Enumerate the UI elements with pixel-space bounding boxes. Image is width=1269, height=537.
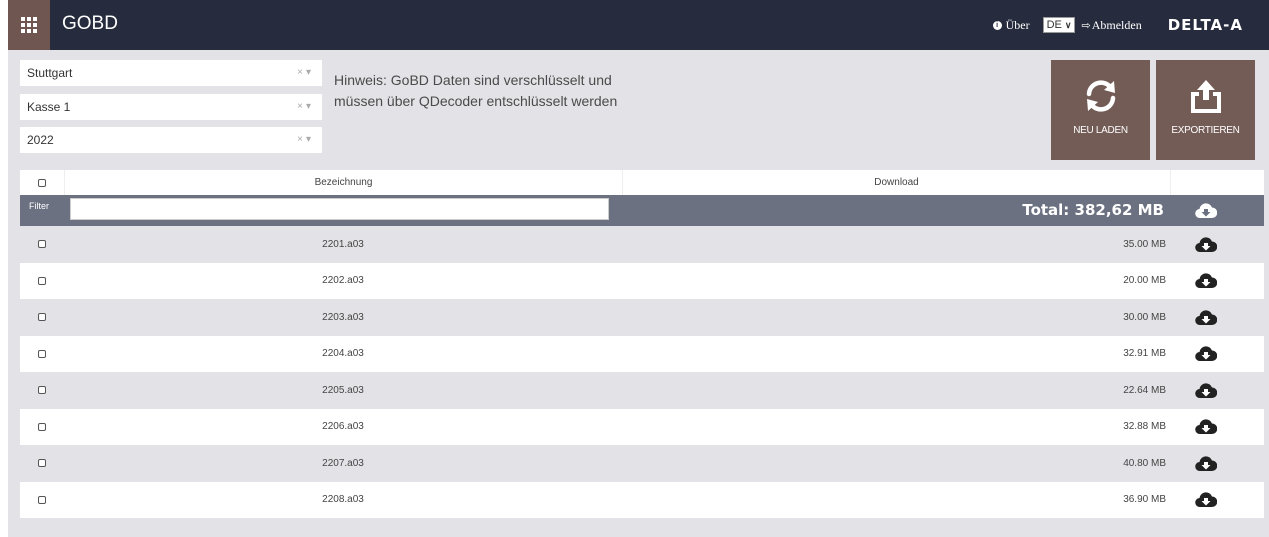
download-icon[interactable] (1195, 299, 1217, 336)
export-button[interactable]: EXPORTIEREN (1156, 60, 1255, 160)
file-size: 30.00 MB (1123, 311, 1166, 323)
table-row[interactable]: 2207.a03 40.80 MB (20, 445, 1264, 482)
file-name: 2208.a03 (322, 494, 364, 506)
reload-button[interactable]: NEU LADEN (1051, 60, 1150, 160)
row-checkbox[interactable] (20, 372, 64, 409)
table-row[interactable]: 2203.a03 30.00 MB (20, 299, 1264, 336)
encryption-hint: Hinweis: GoBD Daten sind verschlüsselt u… (334, 72, 618, 109)
reload-label: NEU LADEN (1073, 125, 1128, 136)
file-size: 32.91 MB (1123, 348, 1166, 360)
download-icon[interactable] (1195, 482, 1217, 519)
download-icon[interactable] (1195, 409, 1217, 446)
location-value: Stuttgart (27, 66, 73, 80)
file-name: 2203.a03 (322, 311, 364, 323)
row-checkbox[interactable] (20, 299, 64, 336)
download-icon[interactable] (1195, 372, 1217, 409)
register-value: Kasse 1 (27, 100, 71, 114)
top-bar: GOBD i Über DE ∨ ⇨ Abmelden DELTA-A (8, 0, 1269, 50)
row-checkbox[interactable] (20, 336, 64, 373)
row-checkbox[interactable] (20, 482, 64, 519)
download-icon[interactable] (1195, 445, 1217, 482)
about-link[interactable]: i Über (992, 17, 1030, 33)
download-icon[interactable] (1195, 336, 1217, 373)
header-actions: i Über DE ∨ ⇨ Abmelden DELTA-A (992, 0, 1269, 50)
table-row[interactable]: 2205.a03 22.64 MB (20, 372, 1264, 409)
file-name: 2202.a03 (322, 275, 364, 287)
logout-link[interactable]: ⇨ Abmelden (1081, 18, 1141, 33)
total-size: Total: 382,62 MB (1022, 201, 1164, 219)
select-all-checkbox[interactable] (20, 170, 64, 195)
year-value: 2022 (27, 133, 54, 147)
chevron-down-icon: ∨ (1064, 19, 1072, 30)
export-icon (1156, 78, 1255, 114)
files-table: Bezeichnung Download Filter Total: 382,6… (20, 170, 1264, 537)
file-name: 2206.a03 (322, 421, 364, 433)
row-checkbox[interactable] (20, 409, 64, 446)
register-select[interactable]: Kasse 1 ×▾ (20, 94, 322, 120)
file-size: 22.64 MB (1123, 384, 1166, 396)
location-select[interactable]: Stuttgart ×▾ (20, 60, 322, 86)
refresh-icon (1051, 78, 1150, 114)
year-select[interactable]: 2022 ×▾ (20, 127, 322, 153)
select-clear-chevron-icon[interactable]: ×▾ (297, 67, 314, 78)
table-body: 2201.a03 35.00 MB 2202.a03 20.00 MB 2203.a03… (20, 226, 1264, 537)
filter-bar: Filter Total: 382,62 MB (20, 195, 1264, 226)
file-size: 36.90 MB (1123, 494, 1166, 506)
file-size: 32.88 MB (1123, 421, 1166, 433)
select-clear-chevron-icon[interactable]: ×▾ (297, 101, 314, 112)
info-icon: i (992, 20, 1002, 30)
file-size: 35.00 MB (1123, 238, 1166, 250)
file-name: 2201.a03 (322, 238, 364, 250)
column-header-actions (1170, 170, 1264, 195)
filter-label: Filter (29, 201, 49, 211)
file-size: 20.00 MB (1123, 275, 1166, 287)
brand-logo: DELTA-A (1167, 16, 1243, 34)
table-row[interactable]: 2201.a03 35.00 MB (20, 226, 1264, 263)
grid-icon (21, 17, 37, 33)
select-clear-chevron-icon[interactable]: ×▾ (297, 134, 314, 145)
language-select[interactable]: DE ∨ (1042, 17, 1076, 33)
row-checkbox[interactable] (20, 445, 64, 482)
app-window: GOBD i Über DE ∨ ⇨ Abmelden DELTA-A Stut… (8, 0, 1269, 537)
download-icon[interactable] (1195, 226, 1217, 263)
table-row[interactable]: 2204.a03 32.91 MB (20, 335, 1264, 373)
export-label: EXPORTIEREN (1171, 125, 1240, 136)
logout-label: Abmelden (1091, 17, 1142, 32)
logout-icon: ⇨ (1081, 19, 1091, 32)
app-title: GOBD (62, 13, 118, 34)
column-header-download[interactable]: Download (622, 170, 1170, 195)
download-all-icon[interactable] (1195, 202, 1217, 219)
file-name: 2205.a03 (322, 384, 364, 396)
download-icon[interactable] (1195, 263, 1217, 300)
filter-input[interactable] (70, 198, 609, 220)
app-menu-button[interactable] (8, 0, 50, 50)
file-name: 2207.a03 (322, 457, 364, 469)
row-checkbox[interactable] (20, 263, 64, 300)
table-row[interactable]: 2202.a03 20.00 MB (20, 262, 1264, 300)
table-row-partial (20, 518, 1264, 537)
table-row[interactable]: 2208.a03 36.90 MB (20, 481, 1264, 519)
file-name: 2204.a03 (322, 348, 364, 360)
table-header: Bezeichnung Download (20, 170, 1264, 195)
about-label: Über (1005, 17, 1030, 32)
table-row[interactable]: 2206.a03 32.88 MB (20, 408, 1264, 446)
file-size: 40.80 MB (1123, 457, 1166, 469)
row-checkbox[interactable] (20, 226, 64, 263)
language-value: DE (1046, 19, 1062, 31)
column-header-name[interactable]: Bezeichnung (64, 170, 622, 195)
